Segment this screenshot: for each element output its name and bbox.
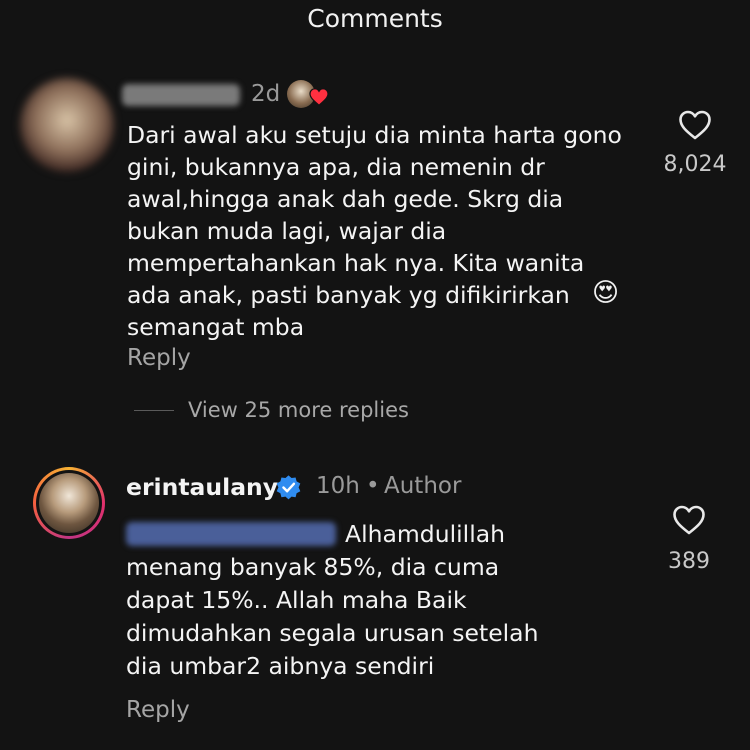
comment-line: gini, bukannya apa, dia nemenin dr bbox=[127, 153, 545, 181]
like-count: 389 bbox=[668, 549, 710, 574]
blurred-username[interactable] bbox=[122, 84, 240, 106]
heart-outline-icon[interactable] bbox=[672, 505, 706, 535]
comment-line: Alhamdulillah bbox=[345, 520, 506, 548]
view-more-replies-button[interactable]: View 25 more replies bbox=[188, 398, 409, 422]
page-title: Comments bbox=[307, 4, 443, 33]
heart-eyes-emoji-icon: 😍 bbox=[592, 278, 620, 308]
comment-line: bukan muda lagi, wajar dia bbox=[127, 217, 447, 245]
like-count: 8,024 bbox=[663, 152, 727, 177]
comment-line: menang banyak 85%, dia cuma bbox=[126, 553, 500, 581]
username[interactable]: erintaulany bbox=[126, 473, 278, 501]
verified-badge-icon bbox=[276, 475, 301, 500]
comment-time: 2d bbox=[251, 81, 281, 107]
comment-line: dia umbar2 aibnya sendiri bbox=[126, 652, 435, 680]
reply-button[interactable]: Reply bbox=[126, 697, 190, 723]
comment-line: mempertahankan hak nya. Kita wanita bbox=[127, 249, 585, 277]
divider bbox=[134, 410, 174, 411]
blurred-mention[interactable] bbox=[126, 522, 336, 546]
avatar[interactable] bbox=[20, 78, 114, 172]
comment-line: Dari awal aku setuju dia minta harta gon… bbox=[127, 121, 622, 149]
separator-dot: • bbox=[366, 473, 380, 499]
comment-line: dapat 15%.. Allah maha Baik bbox=[126, 586, 467, 614]
comment-line: semangat mba bbox=[127, 313, 305, 341]
author-label: Author bbox=[384, 473, 462, 499]
comment-line: awal,hingga anak dah gede. Skrg dia bbox=[127, 185, 564, 213]
author-avatar-ring[interactable] bbox=[33, 467, 105, 539]
reply-button[interactable]: Reply bbox=[127, 345, 191, 371]
comment-line: ada anak, pasti banyak yg difikirirkan bbox=[127, 281, 570, 309]
heart-outline-icon[interactable] bbox=[678, 110, 712, 140]
red-heart-icon bbox=[309, 88, 329, 106]
comment-line: dimudahkan segala urusan setelah bbox=[126, 619, 539, 647]
heart-badge-icon bbox=[287, 80, 331, 110]
comment-time: 10h bbox=[316, 473, 360, 499]
avatar bbox=[39, 473, 99, 533]
